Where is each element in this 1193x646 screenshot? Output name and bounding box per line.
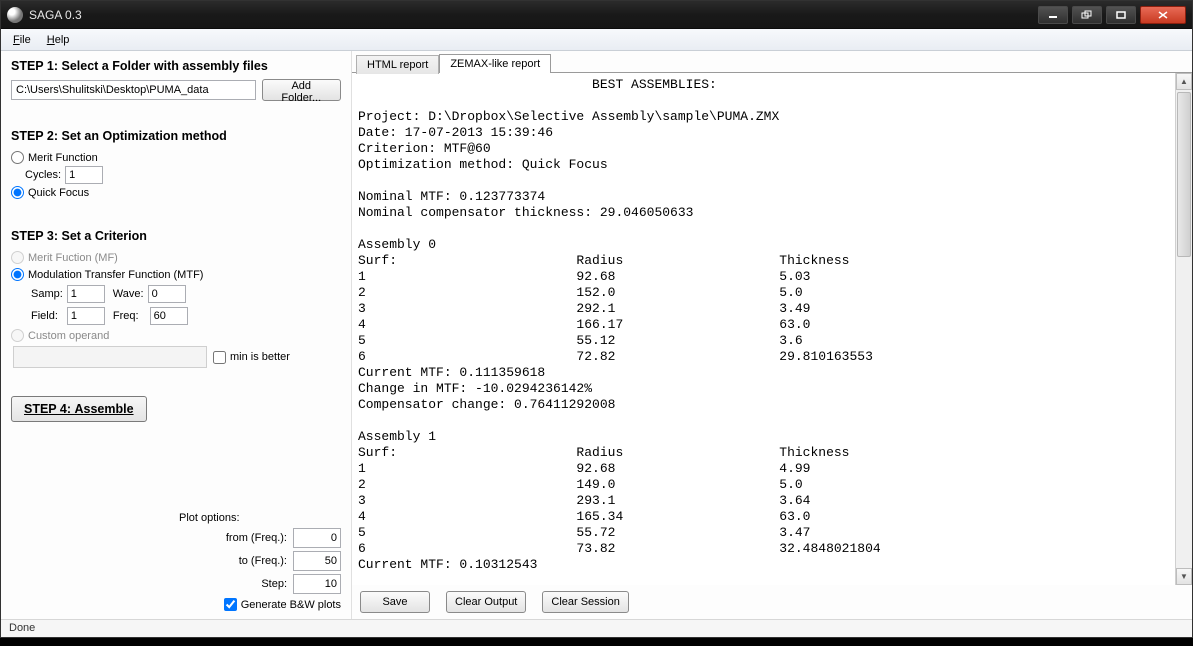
plot-to-label: to (Freq.):	[209, 555, 287, 567]
main-body: STEP 1: Select a Folder with assembly fi…	[1, 51, 1192, 619]
tab-zemax-report[interactable]: ZEMAX-like report	[439, 54, 551, 73]
step2-title: STEP 2: Set an Optimization method	[11, 129, 341, 143]
menubar: File Help	[1, 29, 1192, 51]
samp-input[interactable]	[67, 285, 105, 303]
window-title: SAGA 0.3	[29, 8, 1034, 22]
freq-input[interactable]	[150, 307, 188, 325]
custom-operand-radio: Custom operand	[11, 329, 341, 342]
report-text[interactable]: BEST ASSEMBLIES: Project: D:\Dropbox\Sel…	[352, 73, 1175, 585]
plot-from-input[interactable]	[293, 528, 341, 548]
field-input[interactable]	[67, 307, 105, 325]
maximize-button[interactable]	[1106, 6, 1136, 24]
add-folder-button[interactable]: Add Folder...	[262, 79, 341, 101]
merit-function-radio[interactable]: Merit Function	[11, 151, 341, 164]
restore-button[interactable]	[1072, 6, 1102, 24]
app-icon	[7, 7, 23, 23]
wave-label: Wave:	[113, 288, 144, 300]
cycles-input[interactable]	[65, 166, 103, 184]
step3-title: STEP 3: Set a Criterion	[11, 229, 341, 243]
folder-path-input[interactable]	[11, 80, 256, 100]
bw-plots-check[interactable]: Generate B&W plots	[179, 598, 341, 611]
minimize-icon	[1048, 11, 1058, 19]
tab-bar: HTML report ZEMAX-like report	[352, 51, 1192, 73]
menu-file[interactable]: File	[7, 32, 37, 48]
scroll-track[interactable]	[1176, 90, 1192, 568]
vertical-scrollbar[interactable]: ▲ ▼	[1175, 73, 1192, 585]
status-bar: Done	[1, 619, 1192, 637]
plot-to-input[interactable]	[293, 551, 341, 571]
scroll-thumb[interactable]	[1177, 92, 1191, 257]
close-icon	[1158, 11, 1168, 19]
samp-label: Samp:	[31, 288, 63, 300]
plot-step-label: Step:	[209, 578, 287, 590]
restore-icon	[1081, 10, 1093, 20]
report-wrap: BEST ASSEMBLIES: Project: D:\Dropbox\Sel…	[352, 72, 1192, 585]
clear-session-button[interactable]: Clear Session	[542, 591, 628, 613]
right-panel: HTML report ZEMAX-like report BEST ASSEM…	[351, 51, 1192, 619]
mtf-radio[interactable]: Modulation Transfer Function (MTF)	[11, 268, 341, 281]
menu-help[interactable]: Help	[41, 32, 76, 48]
custom-operand-input	[13, 346, 207, 368]
wave-input[interactable]	[148, 285, 186, 303]
client-area: STEP 1: Select a Folder with assembly fi…	[1, 51, 1192, 637]
report-buttons: Save Clear Output Clear Session	[352, 585, 1192, 619]
save-button[interactable]: Save	[360, 591, 430, 613]
min-is-better-check[interactable]: min is better	[213, 351, 290, 364]
clear-output-button[interactable]: Clear Output	[446, 591, 526, 613]
left-panel: STEP 1: Select a Folder with assembly fi…	[1, 51, 351, 619]
plot-options-title: Plot options:	[179, 512, 341, 524]
field-label: Field:	[31, 310, 58, 322]
plot-from-label: from (Freq.):	[209, 532, 287, 544]
titlebar: SAGA 0.3	[1, 1, 1192, 29]
tab-html-report[interactable]: HTML report	[356, 55, 439, 74]
plot-step-input[interactable]	[293, 574, 341, 594]
plot-options: Plot options: from (Freq.): to (Freq.): …	[179, 512, 341, 613]
step1-title: STEP 1: Select a Folder with assembly fi…	[11, 59, 341, 73]
maximize-icon	[1116, 11, 1126, 19]
quick-focus-radio[interactable]: Quick Focus	[11, 186, 341, 199]
freq-label: Freq:	[113, 310, 139, 322]
scroll-up-arrow[interactable]: ▲	[1176, 73, 1192, 90]
assemble-button[interactable]: STEP 4: Assemble	[11, 396, 147, 422]
cycles-label: Cycles:	[25, 169, 61, 181]
minimize-button[interactable]	[1038, 6, 1068, 24]
scroll-down-arrow[interactable]: ▼	[1176, 568, 1192, 585]
merit-fuction-mf-radio: Merit Fuction (MF)	[11, 251, 341, 264]
close-button[interactable]	[1140, 6, 1186, 24]
app-window: SAGA 0.3 File Help STEP 1: Select a Fold…	[0, 0, 1193, 638]
